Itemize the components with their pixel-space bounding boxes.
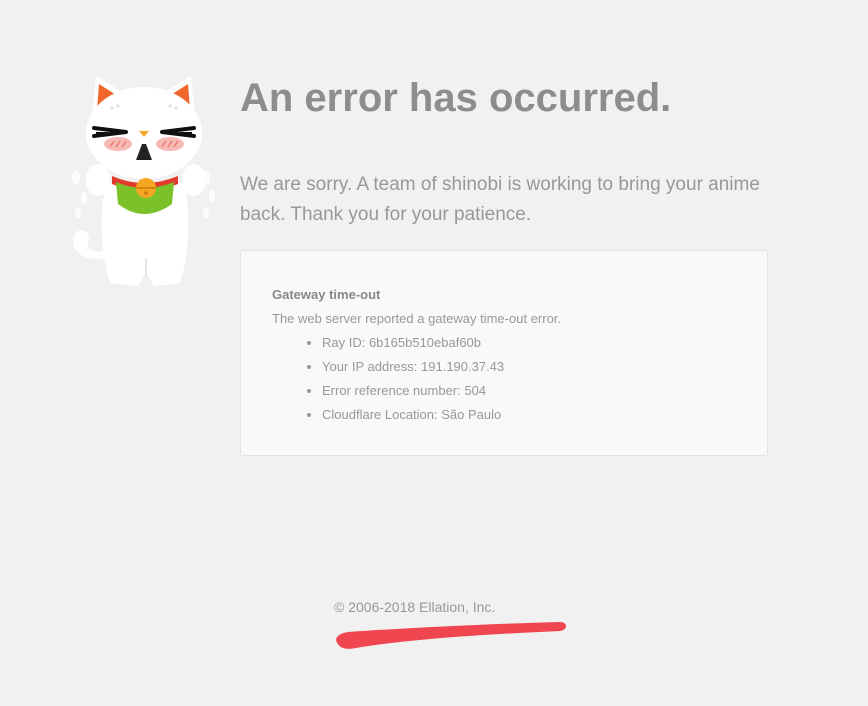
cloudflare-location-item: Cloudflare Location: São Paulo [322, 403, 737, 427]
maneki-neko-cat-mascot-icon [72, 76, 215, 286]
page-title: An error has occurred. [240, 76, 672, 120]
ray-id-item: Ray ID: 6b165b510ebaf60b [322, 331, 737, 355]
error-details-panel: Gateway time-out The web server reported… [240, 250, 768, 456]
apology-message: We are sorry. A team of shinobi is worki… [240, 174, 760, 225]
error-description: The web server reported a gateway time-o… [272, 311, 562, 326]
error-heading: Gateway time-out [272, 287, 381, 302]
error-reference-item: Error reference number: 504 [322, 379, 737, 403]
error-details-list: Ray ID: 6b165b510ebaf60b Your IP address… [272, 331, 737, 427]
ip-address-item: Your IP address: 191.190.37.43 [322, 355, 737, 379]
copyright-text: © 2006-2018 Ellation, Inc. [334, 599, 496, 615]
red-underline-annotation [336, 622, 566, 649]
